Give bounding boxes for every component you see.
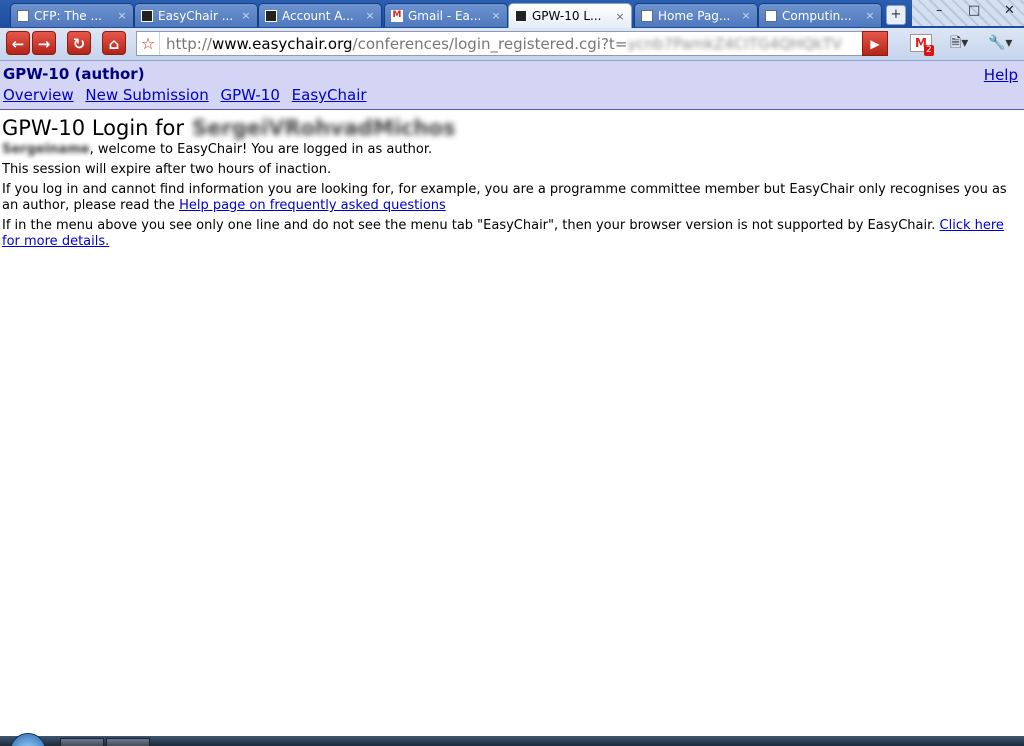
browser-support-text: If in the menu above you see only one li… (2, 218, 940, 233)
page-menu-icon[interactable]: 🗎▾ (950, 34, 968, 52)
bookmark-star-icon[interactable]: ☆ (137, 32, 160, 55)
os-taskbar (0, 736, 1024, 746)
close-tab-icon[interactable]: × (365, 9, 375, 22)
close-tab-icon[interactable]: × (615, 10, 625, 23)
page-content: GPW-10 Login for SergeiVRohvadMichos Ser… (2, 114, 1024, 254)
easychair-icon (141, 9, 153, 22)
browser-support-notice: If in the menu above you see only one li… (2, 218, 1024, 250)
redacted-name: Sergeiname (2, 142, 90, 157)
url-text[interactable]: http://www.easychair.org/conferences/log… (160, 35, 865, 53)
easychair-icon (515, 10, 527, 22)
wrench-icon[interactable]: 🔧▾ (988, 34, 1012, 52)
new-tab-button[interactable]: + (886, 5, 906, 25)
page-icon (17, 9, 29, 22)
maximize-icon[interactable]: □ (968, 3, 980, 18)
faq-text: If you log in and cannot find informatio… (2, 182, 1007, 213)
redacted-username: SergeiVRohvadMichos (192, 116, 456, 140)
easychair-icon (265, 9, 277, 22)
tab-easychair[interactable]: EasyChair ... × (134, 3, 258, 27)
close-tab-icon[interactable]: × (117, 9, 127, 22)
forward-button[interactable]: → (32, 31, 56, 55)
taskbar-item[interactable] (60, 738, 104, 746)
tab-title: EasyChair ... (158, 8, 234, 23)
browser-window: CFP: The ... × EasyChair ... × Account A… (0, 0, 1024, 746)
page-icon (765, 9, 777, 22)
session-notice: This session will expire after two hours… (2, 162, 332, 177)
tab-title: Gmail - Ea... (408, 8, 482, 23)
tab-title: Computin... (782, 8, 852, 23)
close-window-icon[interactable]: ✕ (1004, 3, 1015, 18)
address-bar[interactable]: ☆ http://www.easychair.org/conferences/l… (136, 31, 888, 56)
page-title: GPW-10 Login for SergeiVRohvadMichos (2, 114, 1024, 142)
conference-title: GPW-10 (author) (3, 65, 145, 83)
reload-button[interactable]: ↻ (67, 31, 91, 55)
welcome-text: , welcome to EasyChair! You are logged i… (89, 142, 433, 157)
tab-gmail[interactable]: M Gmail - Ea... × (384, 3, 508, 27)
menu-easychair[interactable]: EasyChair (292, 86, 367, 104)
tab-home-page[interactable]: Home Pag... × (634, 3, 758, 27)
menu-gpw10[interactable]: GPW-10 (220, 86, 279, 104)
go-button[interactable]: ▶ (862, 31, 888, 56)
gmail-unread-badge: 2 (924, 45, 934, 56)
window-controls: – □ ✕ (912, 0, 1024, 26)
easychair-header: GPW-10 (author) Help Overview New Submis… (0, 61, 1024, 110)
home-button[interactable]: ⌂ (102, 31, 126, 55)
page-title-text: GPW-10 Login for (2, 116, 185, 140)
close-tab-icon[interactable]: × (491, 9, 501, 22)
close-tab-icon[interactable]: × (865, 9, 875, 22)
menu-new-submission[interactable]: New Submission (85, 86, 208, 104)
close-tab-icon[interactable]: × (241, 9, 251, 22)
tab-title: CFP: The ... (34, 8, 102, 23)
taskbar-item[interactable] (106, 738, 150, 746)
tab-title: Home Pag... (658, 8, 731, 23)
faq-link[interactable]: Help page on frequently asked questions (179, 198, 446, 213)
close-tab-icon[interactable]: × (741, 9, 751, 22)
tab-gpw10-login[interactable]: GPW-10 L... × (508, 3, 632, 28)
back-button[interactable]: ← (6, 31, 30, 55)
faq-notice: If you log in and cannot find informatio… (2, 182, 1024, 214)
tab-account[interactable]: Account A... × (258, 3, 382, 27)
page-icon (641, 9, 653, 22)
welcome-message: Sergeiname, welcome to EasyChair! You ar… (2, 142, 1024, 158)
browser-toolbar: ← → ↻ ⌂ ☆ http://www.easychair.org/confe… (0, 28, 1024, 61)
gmail-icon: M (391, 9, 403, 22)
easychair-menu: Overview New Submission GPW-10 EasyChair (3, 86, 374, 104)
help-link[interactable]: Help (984, 66, 1018, 84)
minimize-icon[interactable]: – (936, 3, 943, 18)
tab-strip: CFP: The ... × EasyChair ... × Account A… (0, 0, 1024, 28)
tab-title: GPW-10 L... (532, 9, 602, 23)
tab-cfp[interactable]: CFP: The ... × (10, 3, 134, 27)
menu-overview[interactable]: Overview (3, 86, 74, 104)
tab-computing[interactable]: Computin... × (758, 3, 882, 27)
tab-title: Account A... (282, 8, 354, 23)
start-button[interactable] (10, 733, 46, 746)
